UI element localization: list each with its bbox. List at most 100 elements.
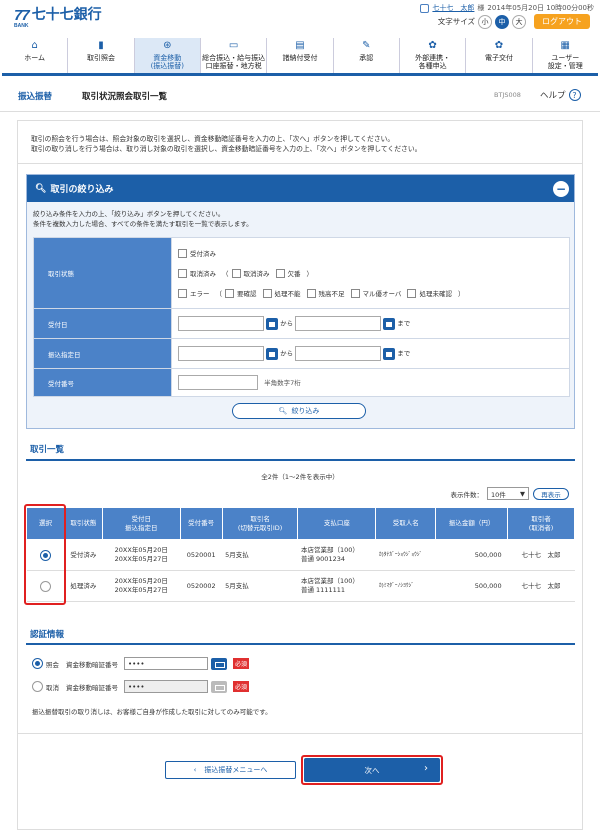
page-title: 取引状況照会取引一覧: [82, 92, 168, 102]
nav-transfer[interactable]: ⊛ 資金移動 (振込振替): [134, 38, 201, 73]
accept-date-label: 受付日: [33, 308, 172, 339]
calendar-icon[interactable]: [383, 347, 396, 360]
nav-link[interactable]: ✿ 外部連携・ 各種申込: [399, 38, 467, 73]
approve-icon: ✎: [362, 39, 371, 51]
nav-document[interactable]: ✿ 電子交付: [466, 38, 533, 73]
auth-note: 振込振替取引の取り消しは、お客様ご自身が作成した取引に対してのみ可能です。: [32, 708, 272, 716]
column-header: 振込金額（円）: [435, 507, 509, 540]
divider: [26, 459, 575, 461]
nav-user-settings[interactable]: ▦ ユーザー 設定・管理: [532, 38, 598, 73]
page-size-select[interactable]: 10件 ▼: [487, 487, 529, 500]
radio-icon: [32, 681, 43, 692]
help-link[interactable]: ヘルプ?: [540, 89, 581, 101]
calendar-icon[interactable]: [266, 347, 278, 360]
document-icon: ✿: [494, 39, 504, 51]
page-size-label: 表示件数：: [450, 490, 484, 499]
transfer-date-to-input[interactable]: [295, 346, 382, 361]
nav-batch[interactable]: ▭ 総合振込・給与振込 口座振替・地方税: [200, 38, 268, 73]
accept-number-input[interactable]: [178, 375, 258, 390]
collapse-icon[interactable]: −: [553, 181, 569, 197]
status-missing-checkbox[interactable]: 欠番: [275, 268, 301, 278]
payment-icon: ▤: [295, 39, 305, 51]
to-label: まで: [397, 319, 411, 328]
pin-input[interactable]: ••••: [124, 657, 208, 670]
section-category: 振込振替: [18, 92, 53, 102]
list-title: 取引一覧: [30, 445, 65, 455]
screen-code: BTJS008: [494, 91, 521, 99]
nav-label: ユーザー 設定・管理: [547, 54, 583, 70]
transaction-table: 選択 取引状態 受付日 振込指定日 受付番号 取引名 (切替元取引ID) 支払口…: [26, 507, 575, 602]
accept-date-to-input[interactable]: [295, 316, 382, 331]
divider: [18, 733, 582, 734]
filter-header[interactable]: 🔍︎ 取引の絞り込み −: [27, 175, 574, 202]
divider: [26, 643, 575, 645]
logo-mark: 77: [14, 7, 30, 24]
calendar-icon[interactable]: [383, 317, 396, 330]
logo-sub: BANK: [14, 23, 29, 29]
page-instructions: 取引の照会を行う場合は、照会対象の取引を選択し、資金移動暗証番号を入力の上、「次…: [31, 134, 421, 154]
filter-instructions: 絞り込み条件を入力の上、「絞り込み」ボタンを押してください。 条件を複数入力した…: [33, 209, 253, 229]
row-operator: 七十七 太郎: [507, 570, 575, 602]
row-transfer-date: 20XX年05月27日: [114, 586, 168, 594]
redisplay-button[interactable]: 再表示: [533, 487, 569, 500]
pin-input[interactable]: ••••: [124, 680, 208, 693]
nav-inquiry[interactable]: ▮ 取引照会: [68, 38, 135, 73]
status-over-limit-checkbox[interactable]: 残高不足: [306, 288, 345, 298]
radio-icon: [32, 658, 43, 669]
bank-logo[interactable]: 77 BANK 七十七銀行: [14, 7, 102, 29]
font-medium-button[interactable]: 中: [495, 14, 509, 29]
calendar-icon[interactable]: [266, 317, 278, 330]
mode-cancel-radio[interactable]: 取消: [32, 681, 60, 692]
status-unconfirmed-checkbox[interactable]: 処理未確認: [407, 288, 452, 298]
accept-number-hint: 半角数字7桁: [264, 378, 301, 387]
user-icon: [420, 3, 430, 13]
chevron-down-icon: ▼: [520, 489, 525, 498]
status-needs-check-checkbox[interactable]: 要確認: [225, 288, 257, 298]
keyboard-icon[interactable]: [211, 657, 227, 670]
column-header: 支払口座: [297, 507, 377, 540]
row-accept-date: 20XX年05月20日: [114, 577, 168, 585]
nav-home[interactable]: ⌂ ホーム: [2, 38, 69, 73]
required-badge: 必須: [233, 681, 250, 692]
logout-button[interactable]: ログアウト: [534, 14, 590, 29]
transfer-date-from-input[interactable]: [178, 346, 264, 361]
row-transfer-date: 20XX年05月27日: [114, 555, 168, 563]
question-icon: ?: [568, 89, 581, 101]
status-error-checkbox[interactable]: エラー: [178, 288, 210, 298]
instruction-line: 取引の取り消しを行う場合は、取り消し対象の取引を選択し、資金移動暗証番号を入力の…: [31, 145, 422, 153]
row-account-branch: 本店営業部（100）: [300, 546, 359, 554]
keyboard-icon[interactable]: [211, 680, 227, 693]
mode-inquiry-radio[interactable]: 照会: [32, 658, 60, 669]
instruction-line: 条件を複数入力した場合、すべての条件を満たす取引を一覧で表示します。: [33, 220, 253, 228]
nav-payment[interactable]: ▤ 諸納付受付: [267, 38, 334, 73]
back-to-menu-button[interactable]: ‹ 振込振替メニューへ: [165, 761, 296, 779]
status-cancel-done-checkbox[interactable]: 取消済み: [231, 268, 270, 278]
user-settings-icon: ▦: [560, 39, 570, 51]
nav-approve[interactable]: ✎ 承認: [333, 38, 400, 73]
status-cannot-process-checkbox[interactable]: 処理不能: [262, 288, 301, 298]
filter-button[interactable]: 🔍︎ 絞り込み: [232, 403, 366, 419]
font-small-button[interactable]: 小: [478, 14, 492, 29]
column-header: 受付日 振込指定日: [101, 507, 181, 540]
row-status: 処理済み: [64, 570, 103, 602]
pin-label: 資金移動暗証番号: [66, 660, 118, 669]
row-number: 0520001: [180, 539, 223, 571]
filter-table: 取引状態 受付済み 取消済み （ 取消済み 欠番 ） エラー （ 要確認 処理不: [33, 237, 570, 397]
font-large-button[interactable]: 大: [512, 14, 526, 29]
table-row[interactable]: 処理済み 20XX年05月20日 20XX年05月27日 0520002 5月支払…: [26, 570, 575, 602]
divider: [18, 163, 582, 164]
column-header: 取引状態: [63, 507, 103, 540]
nav-label: 電子交付: [484, 54, 513, 62]
column-header: 受付番号: [179, 507, 223, 540]
column-header: 取引者 (取消者): [507, 507, 575, 540]
from-label: から: [280, 319, 294, 328]
status-cancelled-checkbox[interactable]: 取消済み: [178, 268, 216, 278]
row-account-no: 普通 9001234: [300, 555, 345, 563]
status-multi-over-checkbox[interactable]: マル優オーバ: [350, 288, 401, 298]
user-name[interactable]: 七十七 太郎: [432, 3, 474, 13]
status-accepted-checkbox[interactable]: 受付済み: [178, 248, 216, 258]
home-icon: ⌂: [31, 39, 38, 51]
accept-date-from-input[interactable]: [178, 316, 264, 331]
row-status: 受付済み: [64, 539, 103, 571]
table-row[interactable]: 受付済み 20XX年05月20日 20XX年05月27日 0520001 5月支払…: [26, 539, 575, 571]
